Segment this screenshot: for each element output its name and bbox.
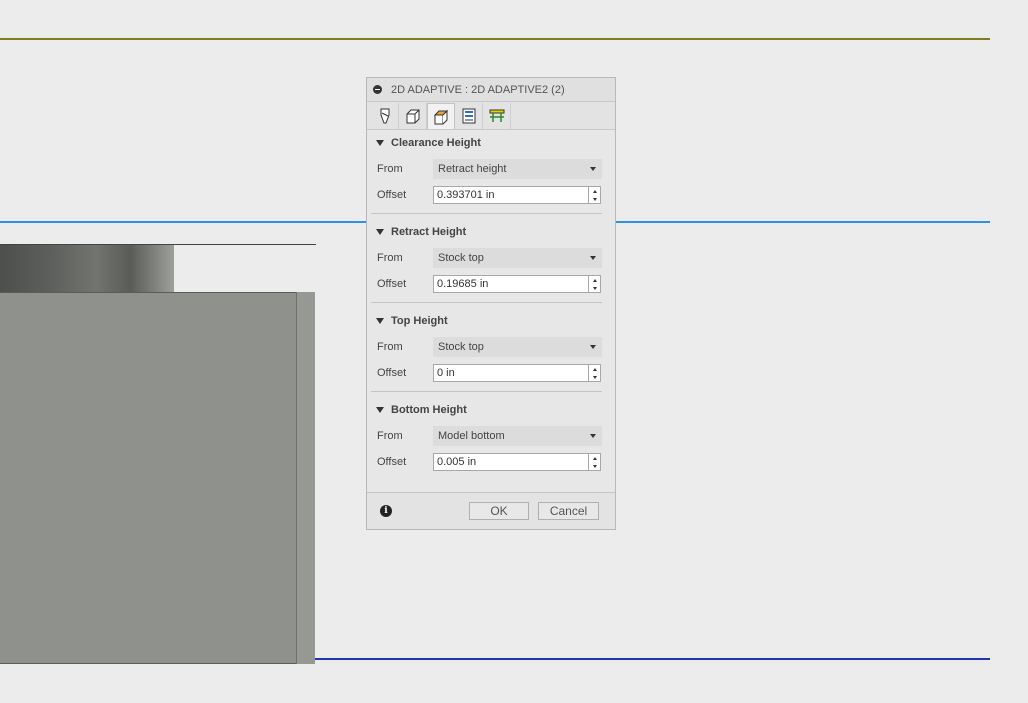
section-divider xyxy=(371,391,602,392)
geometry-icon xyxy=(406,109,419,124)
chevron-down-icon xyxy=(590,434,596,438)
model-upper-face xyxy=(0,245,174,292)
offset-label: Offset xyxy=(377,367,407,379)
expand-triangle-icon xyxy=(376,229,384,235)
tab-geometry[interactable] xyxy=(399,103,427,129)
arrow-up-icon xyxy=(592,278,597,282)
from-value: Model bottom xyxy=(438,430,505,442)
from-value: Stock top xyxy=(438,252,484,264)
arrow-down-icon xyxy=(592,197,597,201)
offset-stepper xyxy=(433,275,601,293)
chevron-down-icon xyxy=(590,256,596,260)
offset-input[interactable] xyxy=(434,276,588,292)
clearance-height-line xyxy=(0,38,990,40)
offset-stepper xyxy=(433,364,601,382)
model-body xyxy=(0,292,315,664)
dialog-title: 2D ADAPTIVE : 2D ADAPTIVE2 (2) xyxy=(391,83,565,96)
from-dropdown[interactable]: Model bottom xyxy=(433,426,602,446)
arrow-down-icon xyxy=(592,375,597,379)
from-dropdown[interactable]: Stock top xyxy=(433,248,602,268)
increment-button[interactable] xyxy=(589,276,600,284)
passes-icon xyxy=(462,108,475,124)
tab-passes[interactable] xyxy=(455,103,483,129)
section-header[interactable]: Clearance Height xyxy=(367,130,615,156)
chevron-down-icon xyxy=(590,167,596,171)
tab-linking[interactable] xyxy=(483,103,511,129)
section-header[interactable]: Top Height xyxy=(367,308,615,334)
adaptive-dialog: 2D ADAPTIVE : 2D ADAPTIVE2 (2) Clearance… xyxy=(366,77,616,530)
from-label: From xyxy=(377,341,403,353)
section-title: Retract Height xyxy=(391,226,467,238)
from-label: From xyxy=(377,430,403,442)
from-value: Stock top xyxy=(438,341,484,353)
from-dropdown[interactable]: Retract height xyxy=(433,159,602,179)
linking-icon xyxy=(489,109,504,122)
section-header[interactable]: Retract Height xyxy=(367,219,615,245)
arrow-up-icon xyxy=(592,189,597,193)
decrement-button[interactable] xyxy=(589,462,600,470)
offset-input[interactable] xyxy=(434,187,588,203)
section-title: Bottom Height xyxy=(391,404,467,416)
section-header[interactable]: Bottom Height xyxy=(367,397,615,423)
decrement-button[interactable] xyxy=(589,373,600,381)
offset-label: Offset xyxy=(377,278,407,290)
tool-icon xyxy=(380,108,389,124)
increment-button[interactable] xyxy=(589,454,600,462)
model-side-face xyxy=(296,292,315,664)
offset-label: Offset xyxy=(377,189,407,201)
decrement-button[interactable] xyxy=(589,284,600,292)
decrement-button[interactable] xyxy=(589,195,600,203)
collapse-icon[interactable] xyxy=(373,85,382,94)
dialog-footer: i OK Cancel xyxy=(367,492,615,529)
section-title: Top Height xyxy=(391,315,448,327)
arrow-up-icon xyxy=(592,367,597,371)
heights-icon xyxy=(433,109,449,124)
from-label: From xyxy=(377,163,403,175)
section-title: Clearance Height xyxy=(391,137,481,149)
dialog-tabs xyxy=(367,102,615,130)
from-dropdown[interactable]: Stock top xyxy=(433,337,602,357)
offset-label: Offset xyxy=(377,456,407,468)
section-top-height: Top Height From Stock top Offset xyxy=(367,308,615,386)
expand-triangle-icon xyxy=(376,140,384,146)
from-label: From xyxy=(377,252,403,264)
arrow-down-icon xyxy=(592,286,597,290)
offset-stepper xyxy=(433,186,601,204)
section-retract-height: Retract Height From Stock top Offset xyxy=(367,219,615,297)
expand-triangle-icon xyxy=(376,407,384,413)
increment-button[interactable] xyxy=(589,365,600,373)
tab-tool[interactable] xyxy=(371,103,399,129)
from-value: Retract height xyxy=(438,163,507,175)
section-divider xyxy=(371,302,602,303)
ok-button[interactable]: OK xyxy=(469,502,529,520)
tab-heights[interactable] xyxy=(427,103,455,129)
chevron-down-icon xyxy=(590,345,596,349)
section-clearance-height: Clearance Height From Retract height Off… xyxy=(367,130,615,208)
cancel-button[interactable]: Cancel xyxy=(538,502,599,520)
offset-input[interactable] xyxy=(434,365,588,381)
arrow-down-icon xyxy=(592,464,597,468)
section-bottom-height: Bottom Height From Model bottom Offset xyxy=(367,397,615,475)
expand-triangle-icon xyxy=(376,318,384,324)
dialog-title-bar[interactable]: 2D ADAPTIVE : 2D ADAPTIVE2 (2) xyxy=(367,78,615,102)
section-divider xyxy=(371,213,602,214)
offset-input[interactable] xyxy=(434,454,588,470)
info-icon[interactable]: i xyxy=(380,505,392,517)
increment-button[interactable] xyxy=(589,187,600,195)
offset-stepper xyxy=(433,453,601,471)
arrow-up-icon xyxy=(592,456,597,460)
